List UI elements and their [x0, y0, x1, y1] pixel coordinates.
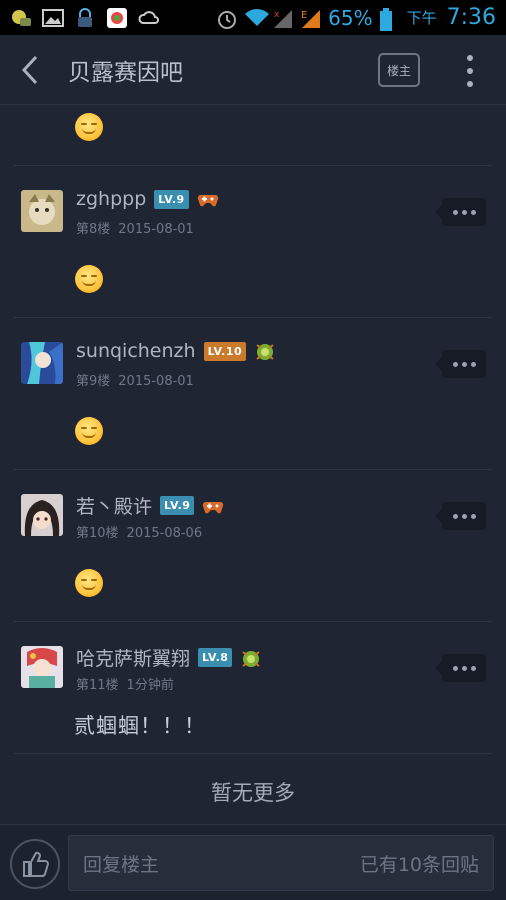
post-menu-button[interactable] [435, 198, 486, 226]
gamepad-icon [197, 189, 219, 209]
dot [467, 81, 473, 87]
post-menu-button[interactable] [435, 350, 486, 378]
post-menu-button[interactable] [435, 654, 486, 682]
post-date: 1分钟前 [126, 678, 174, 693]
battery-icon [379, 7, 401, 31]
page-title: 贝露赛因吧 [68, 59, 183, 86]
clock-ampm: 下午 [406, 9, 437, 27]
wifi-icon [244, 8, 270, 28]
level-badge: LV.10 [203, 341, 247, 361]
smile-emoji-icon [75, 113, 103, 141]
post-meta: 第11楼 1分钟前 [76, 674, 174, 693]
post-date: 2015-08-06 [126, 526, 203, 541]
post-meta: 第8楼 2015-08-01 [76, 218, 194, 237]
level-badge: LV.8 [198, 648, 233, 667]
reply-input[interactable]: 回复楼主 已有10条回贴 [68, 835, 494, 891]
post-text: 贰蝈蝈！！！ [74, 714, 206, 738]
owner-only-button[interactable]: 楼主 [378, 53, 420, 87]
thumbs-up-icon [23, 851, 49, 877]
list-item: 哈克萨斯翼翔 LV.8 第11楼 1分钟前 贰蝈蝈！！！ [14, 622, 492, 754]
signal-1-icon: x [272, 8, 294, 28]
level-badge: LV.9 [160, 496, 195, 515]
post-meta: 第10楼 2015-08-06 [76, 522, 202, 541]
post-list: zghppp LV.9 第8楼 2015-08-01 sunqichenzh LV… [0, 106, 506, 830]
green-bug-icon [254, 341, 276, 361]
post-meta: 第9楼 2015-08-01 [76, 370, 194, 389]
dot [467, 68, 473, 74]
floor-number: 第10楼 [76, 526, 119, 541]
clock-time: 7:36 [446, 5, 496, 30]
svg-text:E: E [301, 10, 307, 21]
username[interactable]: zghppp [76, 188, 146, 210]
smile-emoji-icon [75, 265, 103, 293]
level-badge: LV.9 [154, 189, 189, 209]
list-item: zghppp LV.9 第8楼 2015-08-01 [14, 166, 492, 318]
store-icon [106, 7, 128, 28]
avatar[interactable] [21, 342, 63, 384]
dot [467, 55, 473, 61]
svg-text:x: x [274, 10, 280, 20]
post-menu-button[interactable] [435, 502, 486, 530]
chat-app-icon [10, 8, 32, 28]
battery-percent: 65% [328, 5, 373, 30]
username[interactable]: 若丶殿许 [76, 492, 152, 519]
avatar[interactable] [21, 190, 63, 232]
smile-emoji-icon [75, 417, 103, 445]
bottom-reply-bar: 回复楼主 已有10条回贴 [0, 824, 506, 900]
lock-icon [74, 7, 96, 28]
avatar[interactable] [21, 646, 63, 688]
previous-post-tail [14, 106, 492, 166]
alarm-icon [216, 8, 238, 29]
gamepad-icon [202, 496, 224, 516]
username[interactable]: 哈克萨斯翼翔 [76, 644, 190, 671]
smile-emoji-icon [75, 569, 103, 597]
green-bug-icon [240, 648, 262, 668]
app-bar: 贝露赛因吧 楼主 [0, 35, 506, 105]
avatar[interactable] [21, 494, 63, 536]
username[interactable]: sunqichenzh [76, 340, 196, 362]
reply-placeholder: 回复楼主 [83, 853, 160, 876]
chevron-left-icon [21, 55, 38, 84]
cloud-icon [138, 8, 160, 28]
reply-count: 已有10条回贴 [359, 853, 479, 876]
floor-number: 第9楼 [76, 374, 111, 389]
like-button[interactable] [10, 839, 60, 889]
more-options-button[interactable] [455, 53, 485, 89]
list-item: 若丶殿许 LV.9 第10楼 2015-08-06 [14, 470, 492, 622]
no-more-message: 暂无更多 [211, 781, 295, 805]
status-bar: x E 65% 下午 7:36 [0, 0, 506, 35]
signal-2-icon: E [300, 8, 322, 28]
back-button[interactable] [0, 35, 60, 105]
gallery-icon [42, 8, 64, 28]
floor-number: 第11楼 [76, 678, 119, 693]
post-date: 2015-08-01 [118, 374, 194, 389]
post-date: 2015-08-01 [118, 222, 194, 237]
floor-number: 第8楼 [76, 222, 111, 237]
list-item: sunqichenzh LV.10 第9楼 2015-08-01 [14, 318, 492, 470]
